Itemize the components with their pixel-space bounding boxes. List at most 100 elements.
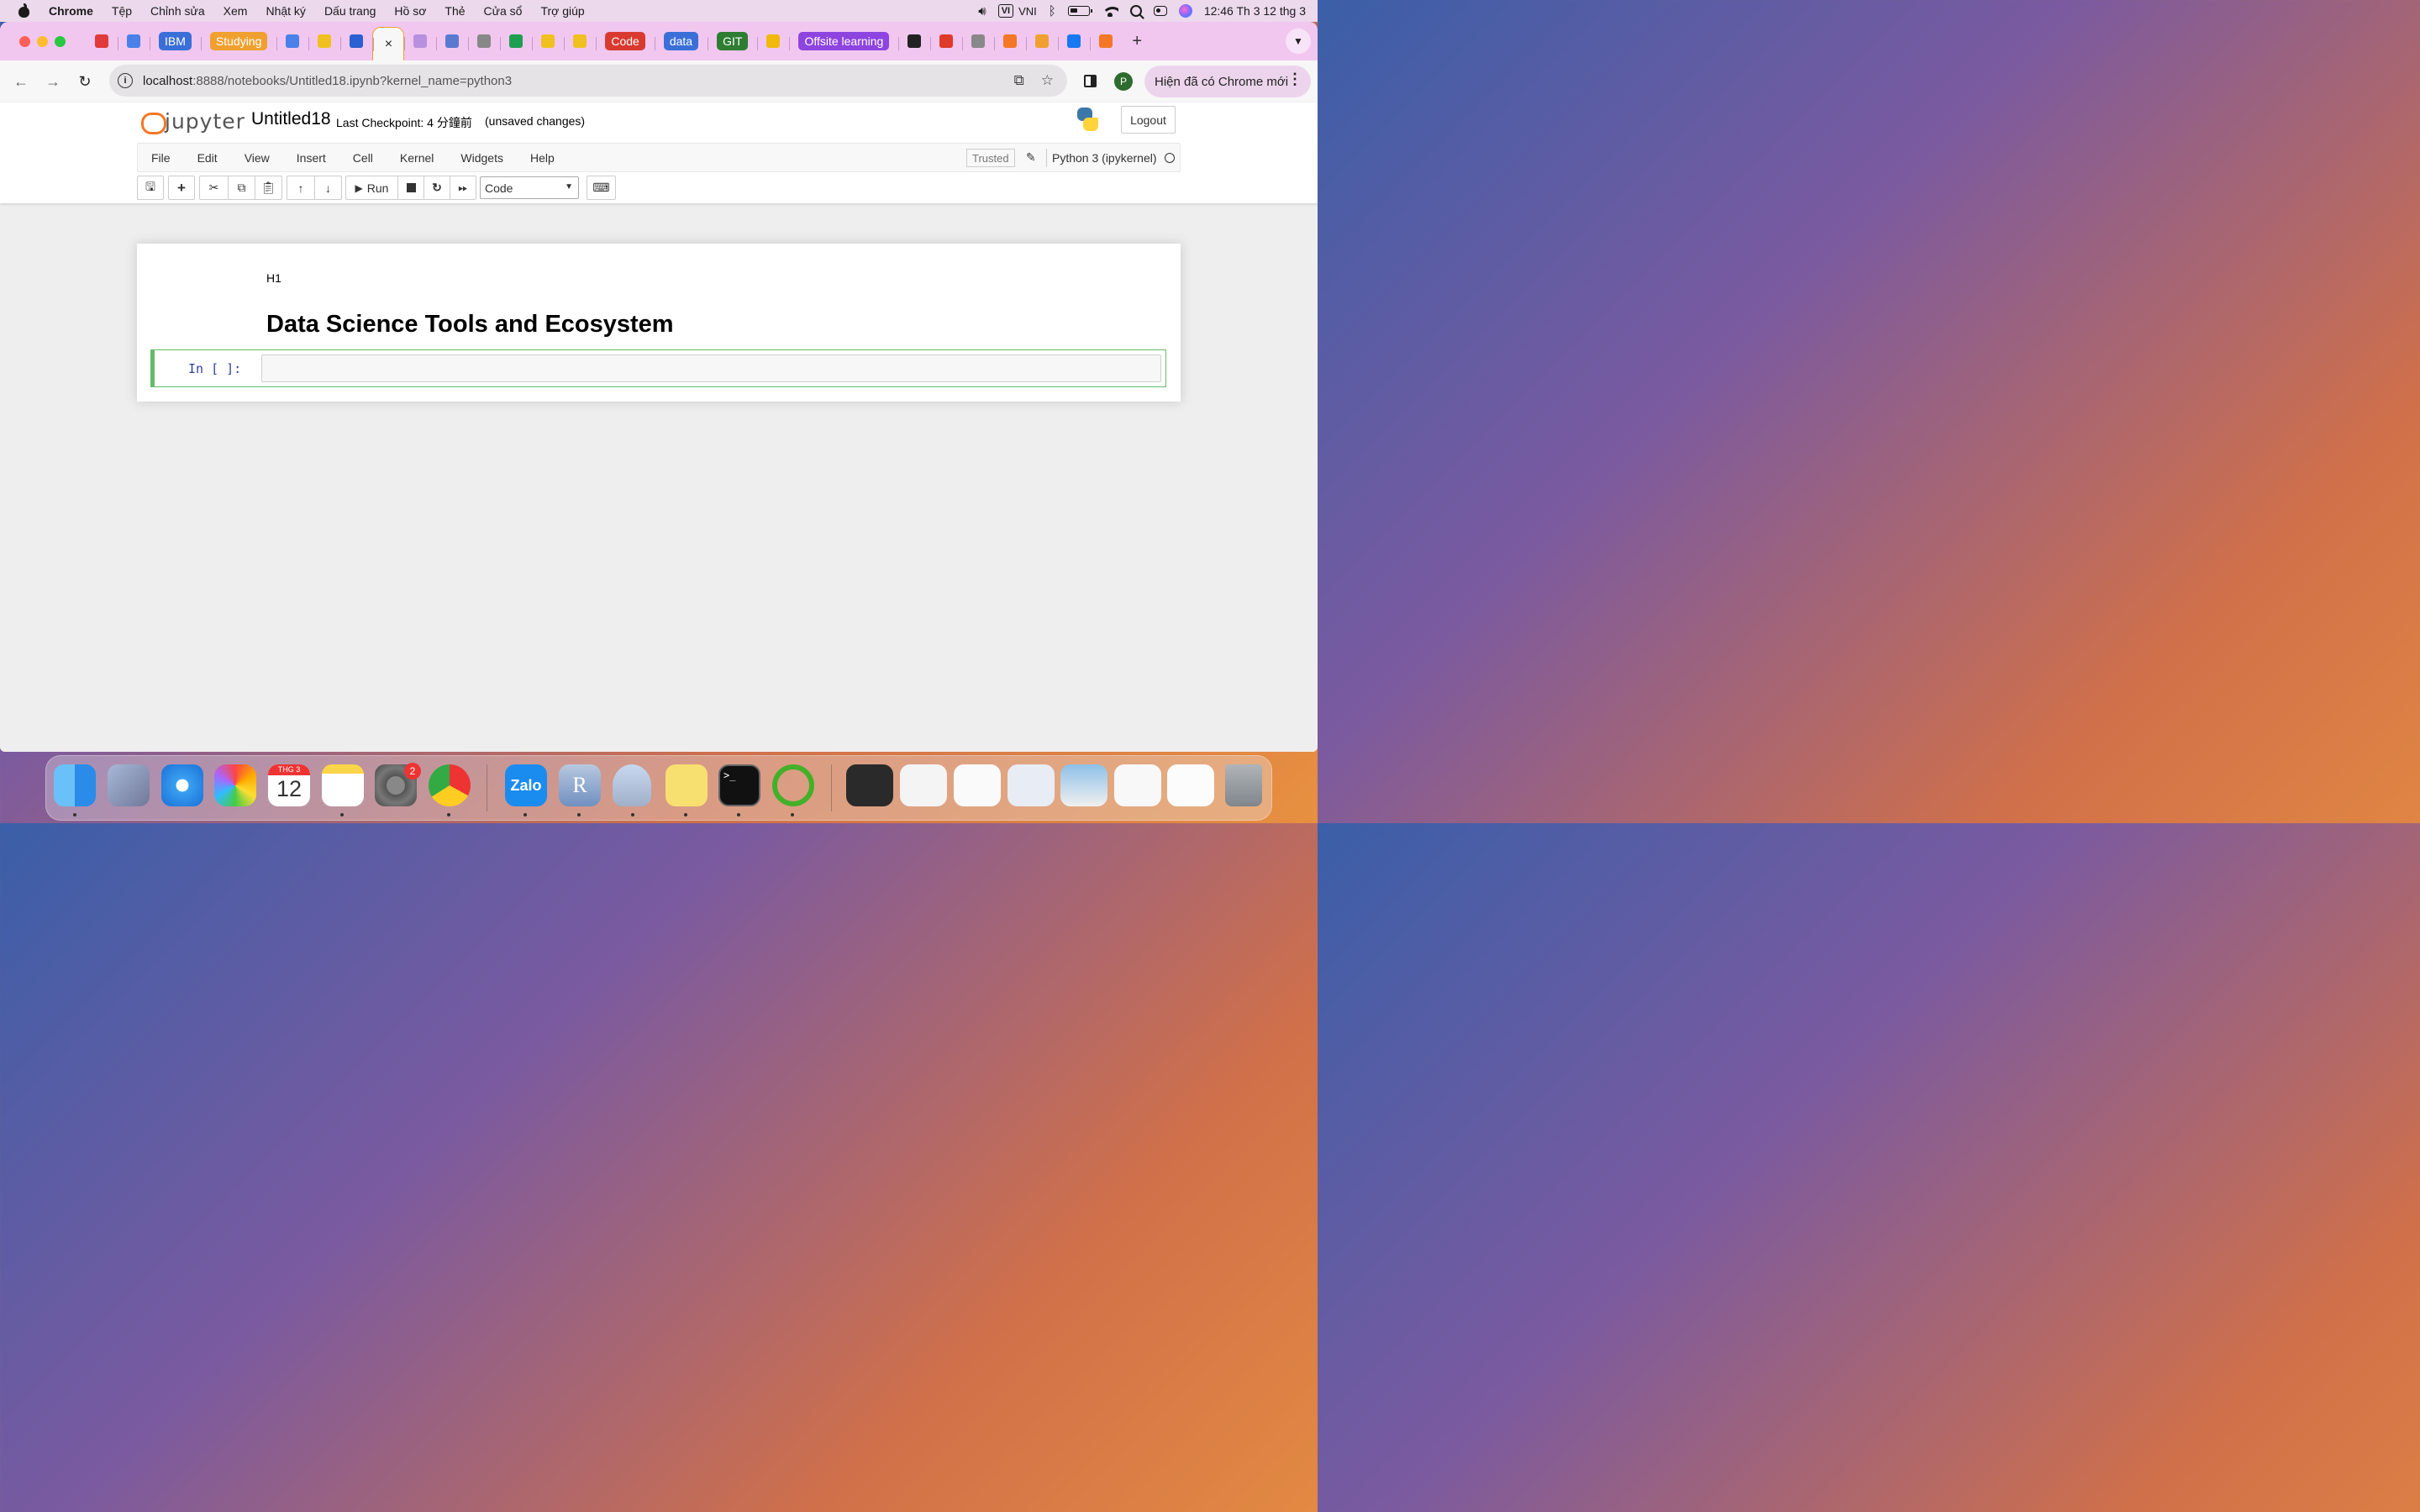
tab-21[interactable] xyxy=(962,27,994,55)
paste-icon[interactable]: 📋︎ xyxy=(255,176,281,199)
menubar-edit[interactable]: Chỉnh sửa xyxy=(150,4,205,18)
window-thumbnail-2[interactable] xyxy=(900,764,947,806)
menu-file[interactable]: File xyxy=(138,151,184,165)
code-cell[interactable]: In [ ]: xyxy=(150,349,1166,387)
safari-icon[interactable] xyxy=(161,764,203,806)
tab-1[interactable] xyxy=(118,27,150,55)
copy-icon[interactable]: ⧉ xyxy=(228,176,255,199)
tab-6[interactable] xyxy=(340,27,372,55)
tab-2[interactable]: IBM xyxy=(150,27,201,55)
photos-icon[interactable] xyxy=(214,764,256,806)
anaconda-icon[interactable] xyxy=(772,764,814,806)
interrupt-button[interactable] xyxy=(397,176,424,199)
more-menu-icon[interactable]: ⋮ xyxy=(1287,71,1302,88)
command-palette-button[interactable]: ⌨ xyxy=(587,176,616,200)
menubar-tab[interactable]: Thẻ xyxy=(445,4,465,18)
markdown-text-line[interactable]: H1 xyxy=(266,271,281,285)
minimize-window-button[interactable] xyxy=(37,35,48,47)
stickies-icon[interactable] xyxy=(666,764,708,806)
menu-kernel[interactable]: Kernel xyxy=(387,151,447,165)
menubar-app-name[interactable]: Chrome xyxy=(49,4,93,18)
window-thumbnail-4[interactable] xyxy=(1007,764,1055,806)
volume-icon[interactable]: 🔊︎ xyxy=(978,4,986,18)
kernel-name[interactable]: Python 3 (ipykernel) xyxy=(1052,151,1157,165)
tab-25[interactable] xyxy=(1090,27,1122,55)
menubar-profiles[interactable]: Hồ sơ xyxy=(394,4,426,18)
save-button[interactable]: 🖫︎ xyxy=(137,176,164,200)
wifi-icon[interactable] xyxy=(1101,5,1118,17)
menubar-bookmarks[interactable]: Dấu trang xyxy=(324,4,376,18)
cell-type-select[interactable]: Code ▼ xyxy=(480,176,579,199)
cut-icon[interactable]: ✂ xyxy=(200,176,228,199)
tab-active[interactable]: × xyxy=(372,27,405,60)
menubar-help[interactable]: Trợ giúp xyxy=(540,4,584,18)
chrome-icon[interactable] xyxy=(429,764,471,806)
close-tab-icon[interactable]: × xyxy=(385,37,392,52)
window-thumbnail-1[interactable] xyxy=(846,764,893,806)
reload-button[interactable]: ↻ xyxy=(69,66,101,97)
menu-edit[interactable]: Edit xyxy=(184,151,231,165)
tab-0[interactable] xyxy=(86,27,118,55)
new-tab-button[interactable]: + xyxy=(1132,32,1142,51)
tab-11[interactable] xyxy=(500,27,532,55)
move-down-icon[interactable]: ↓ xyxy=(314,176,341,199)
window-thumbnail-5[interactable] xyxy=(1060,764,1107,806)
jupyter-logo[interactable]: jupyter xyxy=(141,109,245,134)
move-up-icon[interactable]: ↑ xyxy=(287,176,314,199)
battery-icon[interactable] xyxy=(1067,6,1092,16)
run-button[interactable]: ▶ Run xyxy=(346,176,397,199)
r-studio-icon[interactable]: R xyxy=(559,764,601,806)
bluetooth-icon[interactable]: ᛒ xyxy=(1049,4,1056,18)
tab-4[interactable] xyxy=(276,27,308,55)
zalo-icon[interactable]: Zalo xyxy=(505,764,547,806)
tab-19[interactable] xyxy=(898,27,930,55)
finder-icon[interactable] xyxy=(54,764,96,806)
insert-cell-button[interactable]: + xyxy=(168,176,195,200)
menubar-file[interactable]: Tệp xyxy=(112,4,132,18)
siri-icon[interactable] xyxy=(1178,4,1192,18)
menu-widgets[interactable]: Widgets xyxy=(447,151,517,165)
tab-12[interactable] xyxy=(532,27,564,55)
address-bar[interactable]: i localhost:8888/notebooks/Untitled18.ip… xyxy=(109,65,1067,97)
window-thumbnail-7[interactable] xyxy=(1167,764,1214,806)
tab-13[interactable] xyxy=(564,27,596,55)
fast-forward-icon[interactable]: ⏩︎ xyxy=(450,176,476,199)
tab-18[interactable]: Offsite learning xyxy=(789,27,898,55)
tab-22[interactable] xyxy=(994,27,1026,55)
tab-15[interactable]: data xyxy=(654,27,708,55)
tab-10[interactable] xyxy=(468,27,500,55)
menubar-view[interactable]: Xem xyxy=(224,4,248,18)
notes-icon[interactable] xyxy=(322,764,364,806)
notebook-title[interactable]: Untitled18 xyxy=(251,109,331,129)
apple-icon[interactable] xyxy=(17,3,30,18)
window-thumbnail-6[interactable] xyxy=(1114,764,1161,806)
chrome-update-button[interactable]: Hiện đã có Chrome mới ⋮ xyxy=(1144,66,1311,97)
code-input[interactable] xyxy=(261,354,1161,382)
tab-24[interactable] xyxy=(1058,27,1090,55)
profile-avatar[interactable]: P xyxy=(1114,72,1133,91)
menubar-window[interactable]: Cửa sổ xyxy=(484,4,523,18)
markdown-heading[interactable]: Data Science Tools and Ecosystem xyxy=(266,311,674,339)
rocket-app-icon[interactable] xyxy=(613,764,651,806)
trusted-indicator[interactable]: Trusted xyxy=(966,149,1015,167)
launchpad-icon[interactable] xyxy=(108,764,150,806)
back-button[interactable]: ← xyxy=(5,66,37,97)
menu-help[interactable]: Help xyxy=(517,151,568,165)
window-thumbnail-3[interactable] xyxy=(954,764,1001,806)
menubar-clock[interactable]: 12:46 Th 3 12 thg 3 xyxy=(1204,4,1306,18)
control-center-icon[interactable] xyxy=(1153,6,1167,16)
tab-16[interactable]: GIT xyxy=(708,27,757,55)
input-method-label[interactable]: VNI xyxy=(1018,5,1037,18)
trash-icon[interactable] xyxy=(1225,764,1262,806)
menu-insert[interactable]: Insert xyxy=(283,151,339,165)
tab-8[interactable] xyxy=(404,27,436,55)
tab-3[interactable]: Studying xyxy=(200,27,276,55)
tab-9[interactable] xyxy=(436,27,468,55)
menubar-history[interactable]: Nhật ký xyxy=(266,4,305,18)
spotlight-search-icon[interactable] xyxy=(1129,5,1142,17)
tab-17[interactable] xyxy=(757,27,789,55)
forward-button[interactable]: → xyxy=(37,66,69,97)
restart-kernel-icon[interactable]: ↻ xyxy=(424,176,450,199)
bookmark-star-icon[interactable]: ☆ xyxy=(1041,72,1054,89)
close-window-button[interactable] xyxy=(19,35,30,47)
